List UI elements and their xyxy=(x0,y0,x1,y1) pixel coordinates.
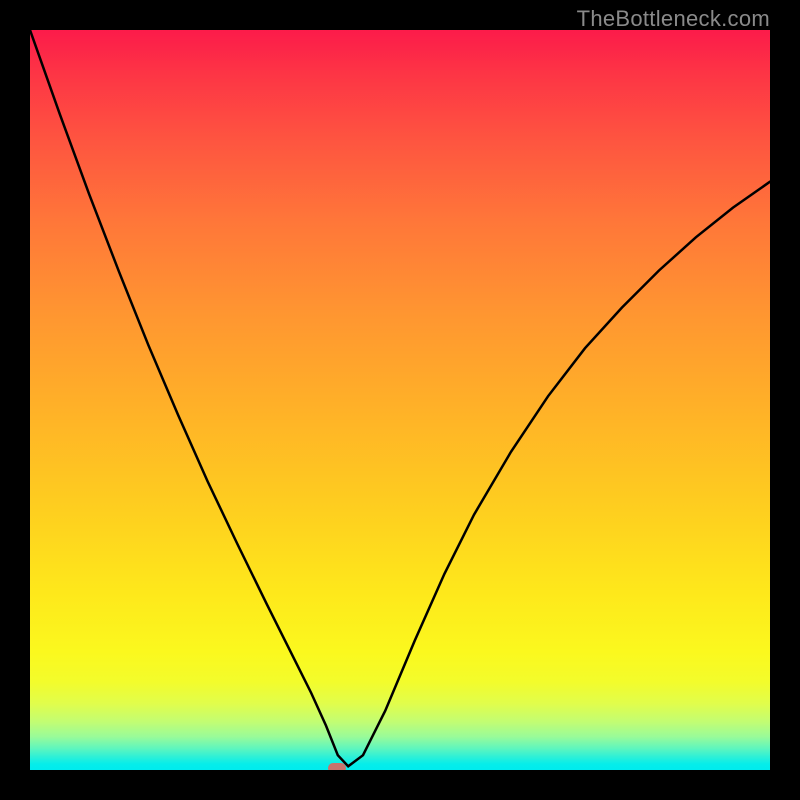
curve-svg xyxy=(30,30,770,770)
curve-path xyxy=(30,30,770,766)
min-marker xyxy=(328,763,346,770)
plot-area xyxy=(30,30,770,770)
chart-frame: TheBottleneck.com xyxy=(0,0,800,800)
watermark-text: TheBottleneck.com xyxy=(577,6,770,32)
